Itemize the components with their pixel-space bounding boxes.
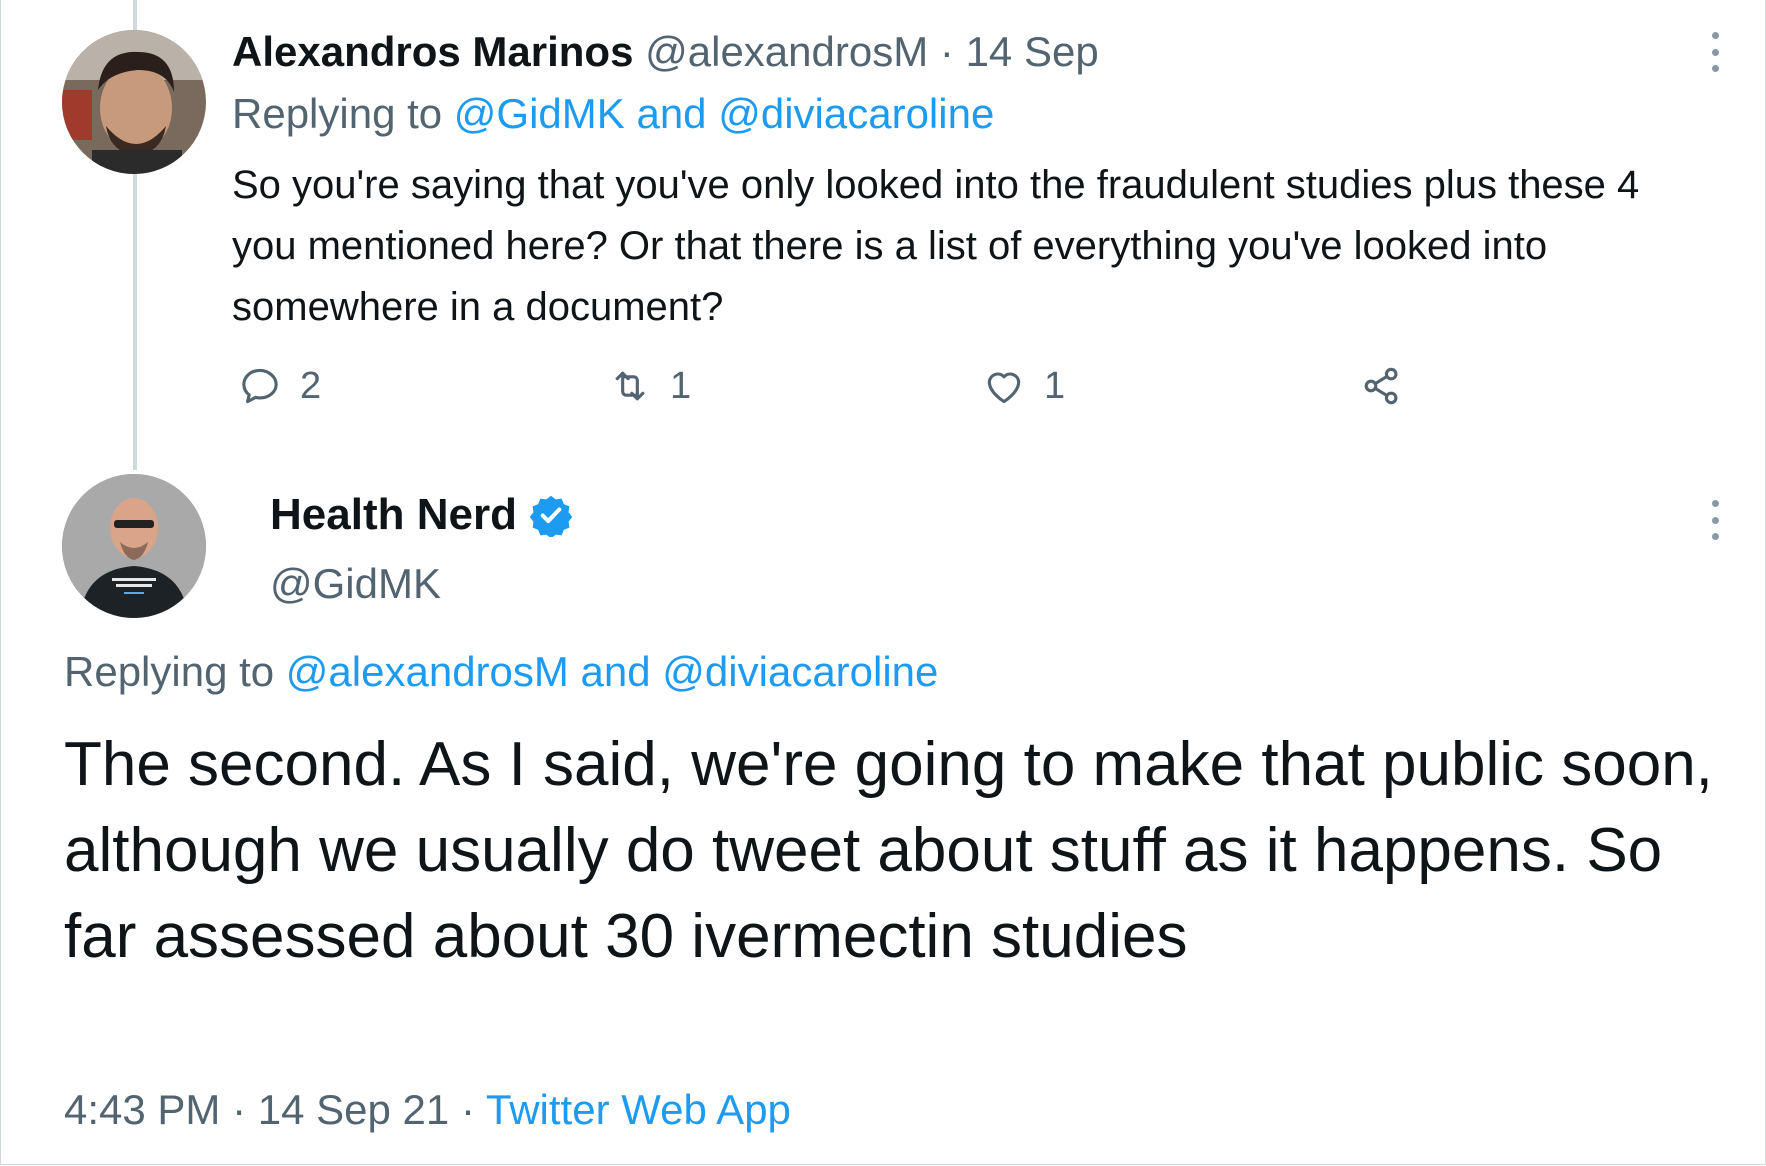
like-icon (987, 372, 1021, 404)
replying-prefix: Replying to (232, 90, 443, 137)
tweet-time[interactable]: 4:43 PM (64, 1086, 220, 1133)
replying-mentions[interactable]: @alexandrosM and @diviacaroline (286, 648, 939, 695)
share-button[interactable] (1360, 362, 1404, 410)
tweet-metadata: 4:43 PM · 14 Sep 21 · Twitter Web App (64, 1084, 791, 1136)
tweet-text: So you're saying that you've only looked… (232, 163, 1640, 329)
tweet1-header: Alexandros Marinos @alexandrosM · 14 Sep (232, 26, 1099, 78)
reply-icon (242, 368, 278, 404)
reply-count: 2 (300, 364, 322, 407)
avatar-photo (62, 474, 206, 618)
avatar-alexandros[interactable] (62, 30, 206, 174)
author-name[interactable]: Alexandros Marinos (232, 28, 633, 75)
replying-to: Replying to @alexandrosM and @diviacarol… (64, 646, 938, 698)
like-button[interactable]: 1 (982, 362, 1065, 410)
retweet-button[interactable]: 1 (608, 362, 691, 410)
tweet-date[interactable]: 14 Sep (966, 28, 1099, 75)
share-icon (1364, 367, 1398, 405)
author-handle[interactable]: @alexandrosM (645, 28, 928, 75)
more-icon[interactable] (1705, 32, 1725, 72)
more-icon[interactable] (1705, 500, 1725, 540)
retweet-icon (615, 371, 645, 401)
avatar-photo (62, 30, 206, 174)
tweet-date[interactable]: 14 Sep 21 (258, 1086, 450, 1133)
tweet-source[interactable]: Twitter Web App (486, 1086, 791, 1133)
replying-prefix: Replying to (64, 648, 275, 695)
replying-to: Replying to @GidMK and @diviacaroline (232, 88, 994, 140)
author-handle[interactable]: @GidMK (270, 558, 441, 610)
avatar-health-nerd[interactable] (62, 474, 206, 618)
reply-button[interactable]: 2 (238, 362, 321, 410)
separator-dot: · (460, 1086, 475, 1133)
separator-dot: · (939, 28, 954, 75)
tweet2-header: Health Nerd (270, 488, 573, 542)
replying-mentions[interactable]: @GidMK and @diviacaroline (454, 90, 995, 137)
separator-dot: · (232, 1086, 247, 1133)
tweet-text: The second. As I said, we're going to ma… (64, 730, 1713, 971)
like-count: 1 (1044, 364, 1066, 407)
verified-badge-icon (529, 495, 573, 537)
author-name[interactable]: Health Nerd (270, 488, 517, 542)
retweet-count: 1 (670, 364, 692, 407)
